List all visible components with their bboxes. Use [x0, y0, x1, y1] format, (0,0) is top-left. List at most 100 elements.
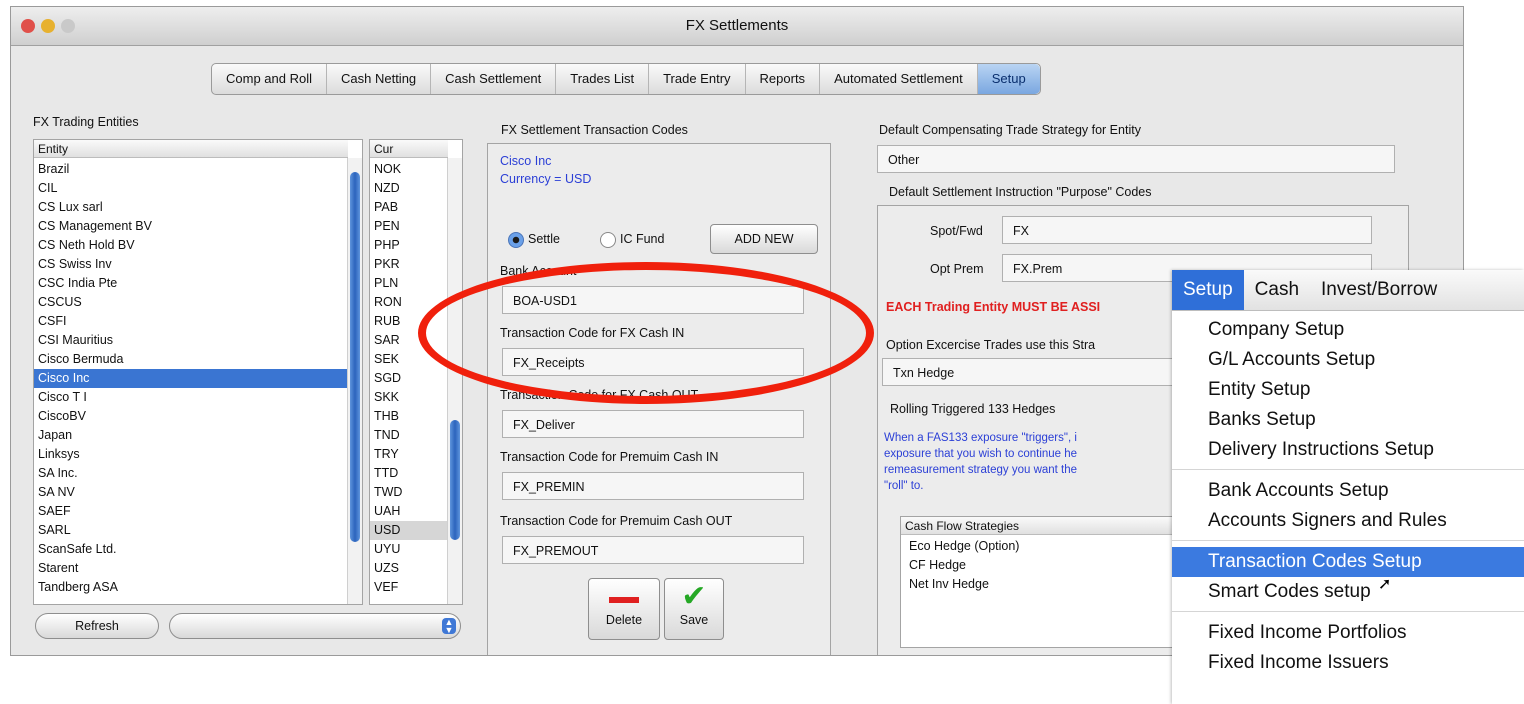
spot-fwd-field[interactable]: FX	[1002, 216, 1372, 244]
entity-row[interactable]: CS Swiss Inv	[34, 255, 348, 274]
currency-row[interactable]: SGD	[370, 369, 448, 388]
entity-row[interactable]: Starent	[34, 559, 348, 578]
tab-trade-entry[interactable]: Trade Entry	[649, 64, 746, 94]
save-button[interactable]: ✔ Save	[664, 578, 724, 640]
refresh-button[interactable]: Refresh	[35, 613, 159, 639]
entity-list[interactable]: Entity Brazil CIL CS Lux sarl CS Management…	[33, 139, 363, 605]
settle-radio[interactable]	[508, 232, 524, 248]
selected-entity-name: Cisco Inc	[500, 154, 552, 168]
menu-separator	[1172, 540, 1524, 541]
entity-row[interactable]: Tandberg ASA	[34, 578, 348, 597]
currency-row[interactable]: TRY	[370, 445, 448, 464]
currency-row[interactable]: PAB	[370, 198, 448, 217]
currency-row[interactable]: NOK	[370, 160, 448, 179]
entity-row[interactable]: CSI Mauritius	[34, 331, 348, 350]
currency-list[interactable]: Cur NOK NZD PAB PEN PHP PKR PLN RON RUB SAR SEK SGD…	[369, 139, 463, 605]
entity-row[interactable]: CSC India Pte	[34, 274, 348, 293]
tab-trades-list[interactable]: Trades List	[556, 64, 650, 94]
currency-row[interactable]: UAH	[370, 502, 448, 521]
entity-row[interactable]: Brazil	[34, 160, 348, 179]
entity-row[interactable]: CIL	[34, 179, 348, 198]
menu-item-smart-codes-setup[interactable]: Smart Codes setup	[1172, 577, 1524, 607]
add-new-button[interactable]: ADD NEW	[710, 224, 818, 254]
currency-row[interactable]: UZS	[370, 559, 448, 578]
currency-scrollbar[interactable]	[447, 158, 462, 604]
currency-row[interactable]: PEN	[370, 217, 448, 236]
menu-cash[interactable]: Cash	[1244, 270, 1310, 310]
entity-row[interactable]: Japan	[34, 426, 348, 445]
ic-fund-radio[interactable]	[600, 232, 616, 248]
rolling-text-2: exposure that you wish to continue he	[884, 448, 1078, 460]
currency-row[interactable]: VEF	[370, 578, 448, 597]
entity-row[interactable]: ScanSafe Ltd.	[34, 540, 348, 559]
close-window-button[interactable]	[21, 19, 35, 33]
spot-fwd-label: Spot/Fwd	[930, 224, 983, 238]
menu-setup[interactable]: Setup	[1172, 270, 1244, 310]
currency-row[interactable]: PHP	[370, 236, 448, 255]
strategy-row[interactable]: Eco Hedge (Option)	[905, 537, 1019, 556]
tab-reports[interactable]: Reports	[746, 64, 821, 94]
cash-out-field[interactable]: FX_Deliver	[502, 410, 804, 438]
menu-item-fixed-income-portfolios[interactable]: Fixed Income Portfolios	[1172, 618, 1524, 648]
currency-row[interactable]: NZD	[370, 179, 448, 198]
entity-row[interactable]: CS Management BV	[34, 217, 348, 236]
minimize-window-button[interactable]	[41, 19, 55, 33]
rolling-text-1: When a FAS133 exposure "triggers", i	[884, 432, 1077, 444]
menu-item-fixed-income-issuers[interactable]: Fixed Income Issuers	[1172, 648, 1524, 678]
entity-scroll-thumb[interactable]	[350, 172, 360, 542]
tab-cash-netting[interactable]: Cash Netting	[327, 64, 432, 94]
strategy-row[interactable]: Net Inv Hedge	[905, 575, 1019, 594]
currency-row[interactable]: TND	[370, 426, 448, 445]
currency-scroll-thumb[interactable]	[450, 420, 460, 540]
entity-row[interactable]: SAEF	[34, 502, 348, 521]
prem-out-field[interactable]: FX_PREMOUT	[502, 536, 804, 564]
menu-item-accounts-signers-and-rules[interactable]: Accounts Signers and Rules	[1172, 506, 1524, 536]
currency-row[interactable]: TWD	[370, 483, 448, 502]
menu-item-banks-setup[interactable]: Banks Setup	[1172, 405, 1524, 435]
menu-item-delivery-instructions-setup[interactable]: Delivery Instructions Setup	[1172, 435, 1524, 465]
entity-row[interactable]: SARL	[34, 521, 348, 540]
entity-popup-select[interactable]: ▲ ▼	[169, 613, 461, 639]
currency-row[interactable]: PKR	[370, 255, 448, 274]
ic-fund-radio-label: IC Fund	[620, 232, 665, 246]
prem-in-field[interactable]: FX_PREMIN	[502, 472, 804, 500]
menu-item-entity-setup[interactable]: Entity Setup	[1172, 375, 1524, 405]
entity-scrollbar[interactable]	[347, 158, 362, 604]
zoom-window-button[interactable]	[61, 19, 75, 33]
entity-row[interactable]: Linksys	[34, 445, 348, 464]
currency-row[interactable]: UYU	[370, 540, 448, 559]
entity-column-header[interactable]: Entity	[34, 140, 348, 158]
entity-row[interactable]: SA Inc.	[34, 464, 348, 483]
comp-strategy-field[interactable]: Other	[877, 145, 1395, 173]
currency-row[interactable]: THB	[370, 407, 448, 426]
menu-item-bank-accounts-setup[interactable]: Bank Accounts Setup	[1172, 476, 1524, 506]
save-label: Save	[679, 613, 709, 627]
currency-row[interactable]: PLN	[370, 274, 448, 293]
entity-row[interactable]: Cisco Bermuda	[34, 350, 348, 369]
currency-row[interactable]: TTD	[370, 464, 448, 483]
currency-row[interactable]: USD	[370, 521, 448, 540]
tab-setup[interactable]: Setup	[977, 64, 1040, 94]
entity-row[interactable]: CS Lux sarl	[34, 198, 348, 217]
currency-row[interactable]: SKK	[370, 388, 448, 407]
entity-row[interactable]: SA NV	[34, 483, 348, 502]
currency-column-header[interactable]: Cur	[370, 140, 448, 158]
menu-item-gl-accounts-setup[interactable]: G/L Accounts Setup	[1172, 345, 1524, 375]
strategy-row[interactable]: CF Hedge	[905, 556, 1019, 575]
menu-item-company-setup[interactable]: Company Setup	[1172, 315, 1524, 345]
delete-button[interactable]: Delete	[588, 578, 660, 640]
entity-row[interactable]: CSCUS	[34, 293, 348, 312]
delete-label: Delete	[605, 613, 643, 627]
tab-automated-settlement[interactable]: Automated Settlement	[820, 64, 978, 94]
menu-item-transaction-codes-setup[interactable]: Transaction Codes Setup	[1172, 547, 1524, 577]
strategies-column-header[interactable]: Cash Flow Strategies	[901, 517, 1201, 535]
entity-row[interactable]: CiscoBV	[34, 407, 348, 426]
entity-row[interactable]: CS Neth Hold BV	[34, 236, 348, 255]
entity-row[interactable]: Cisco Inc	[34, 369, 348, 388]
entity-row[interactable]: Cisco T I	[34, 388, 348, 407]
tab-comp-and-roll[interactable]: Comp and Roll	[212, 64, 327, 94]
menu-invest-borrow[interactable]: Invest/Borrow	[1310, 270, 1448, 310]
entity-row[interactable]: CSFI	[34, 312, 348, 331]
tab-cash-settlement[interactable]: Cash Settlement	[431, 64, 557, 94]
cash-flow-strategies-list[interactable]: Cash Flow Strategies Eco Hedge (Option) C…	[900, 516, 1202, 648]
